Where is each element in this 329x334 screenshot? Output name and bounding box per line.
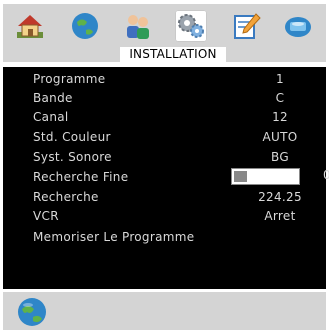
menu-item-label: Syst. Sonore	[33, 150, 112, 164]
menu-item-canal[interactable]: Canal 12	[3, 107, 326, 127]
menu-item-label: VCR	[33, 209, 59, 223]
fine-tune-slider[interactable]	[231, 168, 300, 185]
home-icon[interactable]	[14, 10, 46, 42]
device-icon[interactable]	[282, 10, 314, 42]
gear-icon[interactable]	[175, 10, 207, 42]
installation-menu: Programme 1 Bande C Canal 12 Std. Couleu…	[3, 67, 329, 289]
menu-item-value: 1	[276, 72, 284, 86]
active-tab-title: INSTALLATION	[120, 47, 226, 62]
menu-item-syst-sonore[interactable]: Syst. Sonore BG	[3, 147, 326, 167]
menu-item-label: Recherche	[33, 190, 99, 204]
menu-item-value: C	[275, 91, 285, 105]
menu-item-value: AUTO	[262, 130, 298, 144]
menu-item-label: Programme	[33, 72, 106, 86]
menu-item-bande[interactable]: Bande C	[3, 88, 326, 108]
menu-item-label: Recherche Fine	[33, 170, 129, 184]
fine-tune-value: 0	[323, 168, 329, 182]
people-icon[interactable]	[122, 10, 154, 42]
menu-item-label: Canal	[33, 110, 69, 124]
menu-item-label: Memoriser Le Programme	[33, 230, 195, 244]
bottom-bar	[3, 292, 326, 330]
menu-item-value: 224.25	[258, 190, 302, 204]
menu-item-memoriser[interactable]: Memoriser Le Programme	[3, 227, 326, 247]
edit-note-icon[interactable]	[230, 10, 262, 42]
picture-globe-icon[interactable]	[69, 10, 101, 42]
menu-item-label: Bande	[33, 91, 73, 105]
menu-item-recherche[interactable]: Recherche 224.25	[3, 187, 326, 207]
top-toolbar: INSTALLATION	[3, 4, 326, 62]
menu-item-value: 12	[272, 110, 288, 124]
fine-tune-slider-fill	[234, 171, 247, 182]
menu-item-std-couleur[interactable]: Std. Couleur AUTO	[3, 127, 326, 147]
globe-icon	[15, 295, 49, 329]
menu-item-vcr[interactable]: VCR Arret	[3, 206, 326, 226]
menu-item-value: Arret	[264, 209, 296, 223]
menu-item-value: BG	[271, 150, 289, 164]
menu-item-programme[interactable]: Programme 1	[3, 69, 326, 89]
menu-item-label: Std. Couleur	[33, 130, 111, 144]
